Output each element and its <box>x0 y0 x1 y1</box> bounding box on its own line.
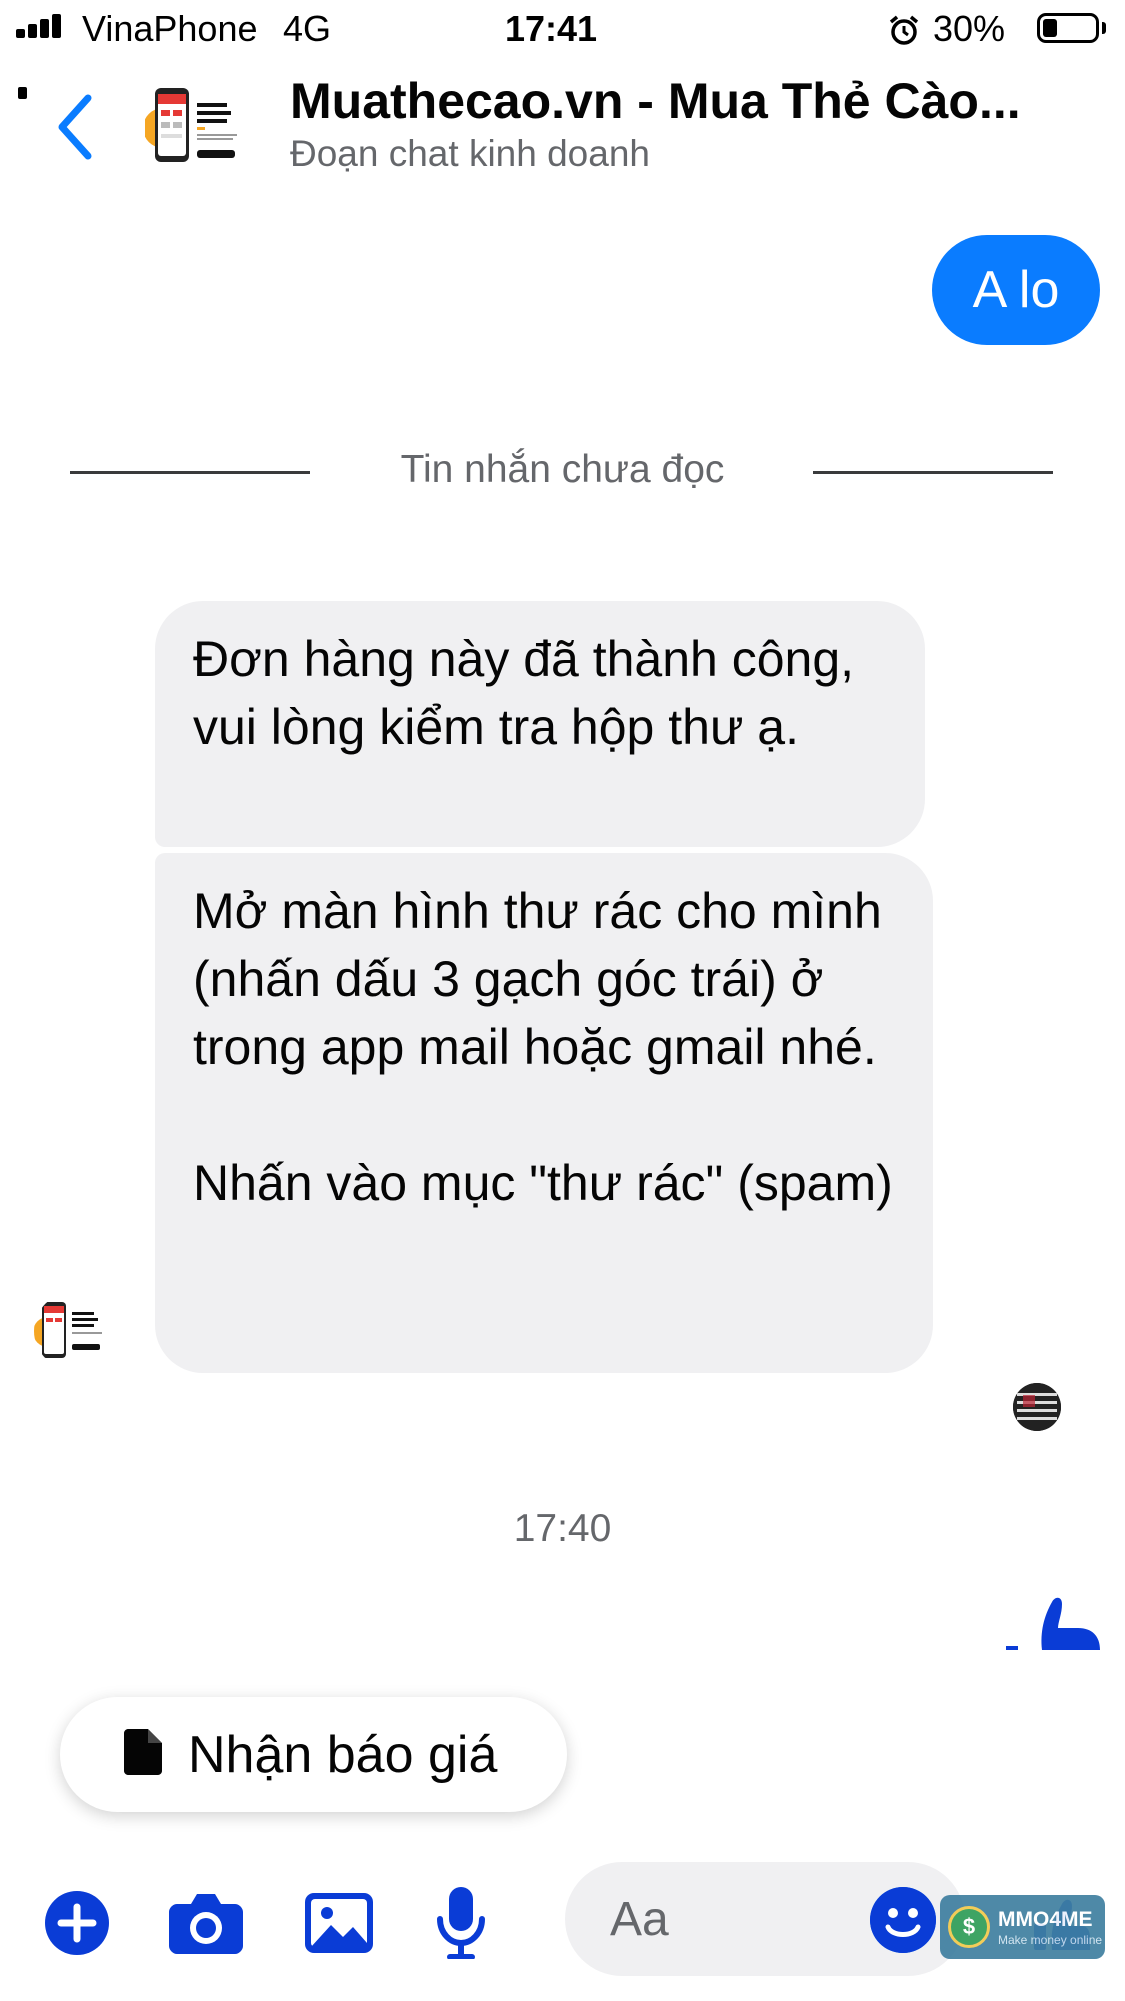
page-logo-icon <box>34 1302 102 1358</box>
watermark-title: MMO4ME <box>998 1907 1093 1931</box>
unread-divider: Tin nhắn chưa đọc <box>400 448 725 491</box>
battery-tip <box>1102 22 1106 34</box>
microphone-button[interactable] <box>418 1880 504 1966</box>
page-logo-icon <box>145 88 237 162</box>
divider-line-right <box>813 471 1053 474</box>
carrier-name: VinaPhone <box>82 8 258 49</box>
emoji-button[interactable] <box>870 1887 936 1953</box>
image-icon <box>305 1893 373 1953</box>
gallery-button[interactable] <box>296 1880 382 1966</box>
thumbs-up-icon <box>1006 1597 1100 1650</box>
chat-title[interactable]: Muathecao.vn - Mua Thẻ Cào... <box>290 72 1090 130</box>
back-chevron-icon[interactable] <box>50 92 100 162</box>
battery-percent: 30% <box>933 8 1006 49</box>
plus-button[interactable] <box>34 1880 120 1966</box>
document-icon <box>124 1729 162 1775</box>
incoming-message[interactable]: Đơn hàng này đã thành công, vui lòng kiể… <box>155 601 925 847</box>
message-timestamp: 17:40 <box>513 1507 612 1550</box>
emoji-icon <box>870 1887 936 1953</box>
incoming-message[interactable]: Mở màn hình thư rác cho mình (nhấn dấu 3… <box>155 853 933 1373</box>
microphone-icon <box>437 1887 485 1959</box>
read-receipt-avatar <box>1013 1383 1061 1431</box>
signal-strength-icon <box>16 14 61 38</box>
watermark-logo: $ MMO4ME Make money online <box>940 1895 1105 1959</box>
sender-avatar[interactable] <box>34 1292 114 1370</box>
outgoing-message[interactable]: A lo <box>932 235 1100 345</box>
battery-icon <box>1037 13 1099 43</box>
like-reaction <box>1000 1592 1100 1650</box>
plus-icon <box>45 1891 109 1955</box>
watermark-subtitle: Make money online <box>998 1932 1103 1947</box>
alarm-icon <box>889 15 919 45</box>
camera-button[interactable] <box>163 1880 249 1966</box>
dollar-coin-icon: $ <box>948 1906 990 1948</box>
quick-reply-button[interactable]: Nhận báo giá <box>60 1697 567 1812</box>
seen-avatar-icon <box>1013 1383 1061 1431</box>
page-avatar[interactable] <box>145 78 255 178</box>
clock: 17:41 <box>505 8 598 49</box>
quick-reply-label: Nhận báo giá <box>188 1726 498 1784</box>
chat-subtitle: Đoạn chat kinh doanh <box>290 133 650 174</box>
camera-icon <box>169 1894 243 1954</box>
status-bar: VinaPhone 4G 17:41 30% <box>0 0 1125 99</box>
network-type: 4G <box>283 8 332 49</box>
